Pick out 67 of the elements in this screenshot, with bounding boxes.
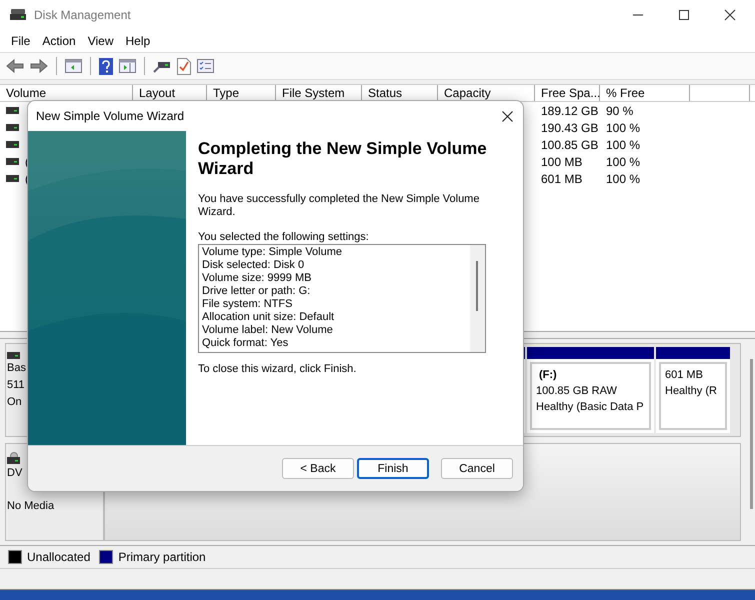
wizard-heading: Completing the New Simple Volume Wizard	[198, 139, 488, 179]
dialog-button[interactable]: Cancel	[441, 458, 513, 479]
close-icon[interactable]	[502, 110, 513, 122]
setting-line: Volume type: Simple Volume	[202, 246, 344, 259]
disk-info-text: No Media	[7, 499, 56, 514]
table-cell: 100 MB	[541, 154, 582, 168]
setting-line: Allocation unit size: Default	[202, 311, 336, 324]
table-cell: 189.12 GB	[541, 104, 598, 118]
disk-drive-icon	[7, 352, 20, 359]
setting-line: Quick format: Yes	[202, 337, 290, 350]
disk-drive-icon	[6, 124, 19, 131]
setting-line: Volume label: New Volume	[202, 324, 334, 337]
console-tree-icon[interactable]	[65, 59, 82, 73]
partition-info-text: (F:)	[538, 368, 558, 383]
setting-line: Volume size: 9999 MB	[202, 272, 312, 285]
setting-line: File system: NTFS	[202, 298, 294, 311]
checklist-icon[interactable]	[197, 59, 214, 73]
close-icon[interactable]	[724, 9, 736, 21]
partition-info-text: 100.85 GB RAW	[536, 384, 618, 399]
column-header[interactable]: % Free	[600, 85, 690, 101]
connect-icon[interactable]	[153, 59, 171, 73]
setting-line: Disk selected: Disk 0	[202, 259, 306, 272]
table-cell: 100.85 GB	[541, 138, 598, 152]
forward-arrow-icon[interactable]	[30, 59, 48, 73]
settings-list-box[interactable]: Volume type: Simple Volume Disk selected: Disk 0 Volume size: 9999 MB Drive letter or path: G: File system: NTFS Allocation unit size: Default Volume label: New Volume Quick format: Yes	[198, 244, 486, 353]
table-cell: 601 MB	[541, 172, 582, 186]
table-cell: 190.43 GB	[541, 120, 598, 134]
menu-item[interactable]: Help	[120, 34, 156, 48]
legend-label: Unallocated	[27, 550, 90, 564]
intro-text: You have successfully completed the New Simple Volume Wizard.	[198, 193, 480, 219]
window-title: Disk Management	[34, 8, 131, 22]
scrollbar[interactable]	[470, 245, 485, 352]
disk-drive-icon	[6, 107, 19, 114]
settings-label: You selected the following settings:	[198, 231, 370, 243]
table-cell: 100 %	[606, 172, 640, 186]
table-cell: 100 %	[606, 120, 640, 134]
disk-drive-icon	[6, 141, 19, 148]
menu-item[interactable]: Action	[36, 34, 82, 48]
setting-line: Drive letter or path: G:	[202, 285, 312, 298]
back-arrow-icon[interactable]	[6, 59, 24, 73]
disk-info-text: On	[7, 395, 23, 410]
menu-item[interactable]: File	[5, 34, 36, 48]
disk-drive-icon	[6, 158, 19, 165]
action-pane-icon[interactable]	[119, 59, 136, 73]
maximize-icon[interactable]	[678, 9, 690, 21]
dialog-title: New Simple Volume Wizard	[36, 109, 184, 123]
partition-info-text: Healthy (Basic Data P	[536, 400, 645, 415]
disk-info-text: DV	[7, 466, 24, 481]
dialog-button[interactable]: < Back	[282, 458, 354, 479]
disk-drive-icon	[6, 175, 19, 182]
menu-item[interactable]: View	[82, 34, 120, 48]
table-cell: 100 %	[606, 154, 640, 168]
disk-info-text: 511	[7, 378, 26, 393]
dialog-button[interactable]: Finish	[357, 458, 429, 479]
close-hint-text: To close this wizard, click Finish.	[198, 363, 358, 375]
column-header[interactable]: Free Spa...	[535, 85, 600, 101]
disk-drive-icon	[10, 9, 26, 21]
checked-document-icon[interactable]	[177, 58, 191, 74]
partition-info-text: 601 MB	[665, 368, 704, 383]
table-cell: 90 %	[606, 104, 634, 118]
table-cell: 100 %	[606, 138, 640, 152]
partition-info-text: Healthy (R	[665, 384, 718, 399]
partition-block[interactable]: (F:) 100.85 GB RAW Healthy (Basic Data P	[527, 347, 654, 433]
partition-block[interactable]: 601 MB Healthy (R	[656, 347, 730, 433]
disk-info-text: Bas	[7, 361, 27, 376]
help-icon[interactable]	[99, 58, 113, 74]
legend-label: Primary partition	[118, 550, 206, 564]
